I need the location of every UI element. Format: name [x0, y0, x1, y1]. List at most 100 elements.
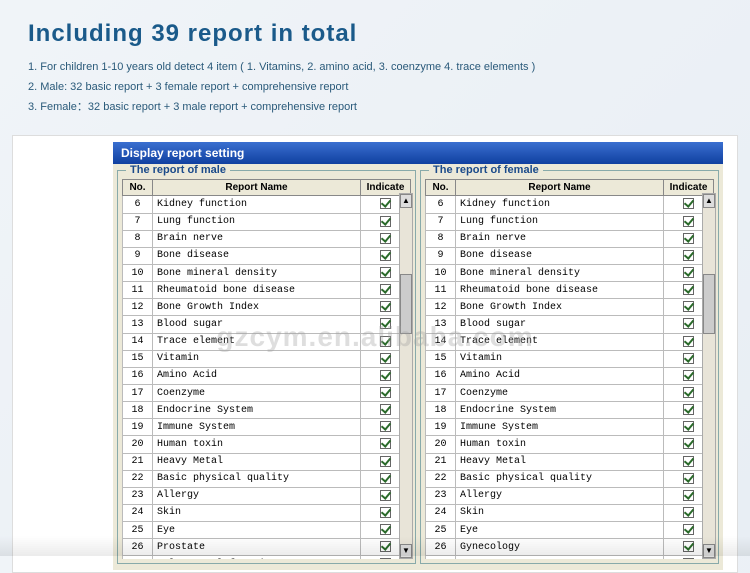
checkbox-checked-icon[interactable]: [683, 318, 694, 329]
table-row[interactable]: 24Skin: [123, 504, 411, 521]
checkbox-checked-icon[interactable]: [683, 250, 694, 261]
table-row[interactable]: 19Immune System: [426, 419, 714, 436]
checkbox-checked-icon[interactable]: [380, 250, 391, 261]
table-row[interactable]: 23Allergy: [123, 487, 411, 504]
col-name[interactable]: Report Name: [153, 180, 361, 196]
scroll-up-icon[interactable]: ▲: [400, 194, 412, 208]
checkbox-checked-icon[interactable]: [380, 267, 391, 278]
table-row[interactable]: 6Kidney function: [426, 196, 714, 213]
checkbox-checked-icon[interactable]: [683, 387, 694, 398]
table-row[interactable]: 17Coenzyme: [426, 384, 714, 401]
checkbox-checked-icon[interactable]: [683, 421, 694, 432]
checkbox-checked-icon[interactable]: [683, 524, 694, 535]
checkbox-checked-icon[interactable]: [380, 353, 391, 364]
table-row[interactable]: 20Human toxin: [426, 436, 714, 453]
table-row[interactable]: 11Rheumatoid bone disease: [426, 282, 714, 299]
row-name: Amino Acid: [153, 367, 361, 384]
checkbox-checked-icon[interactable]: [683, 370, 694, 381]
checkbox-checked-icon[interactable]: [683, 404, 694, 415]
row-no: 13: [123, 316, 153, 333]
table-row[interactable]: 16Amino Acid: [426, 367, 714, 384]
checkbox-checked-icon[interactable]: [683, 233, 694, 244]
checkbox-checked-icon[interactable]: [380, 558, 391, 559]
scroll-thumb[interactable]: [400, 274, 412, 334]
male-scrollbar[interactable]: ▲ ▼: [399, 193, 413, 559]
scroll-up-icon[interactable]: ▲: [703, 194, 715, 208]
checkbox-checked-icon[interactable]: [380, 421, 391, 432]
checkbox-checked-icon[interactable]: [683, 558, 694, 559]
table-row[interactable]: 21Heavy Metal: [426, 453, 714, 470]
table-row[interactable]: 8Brain nerve: [426, 230, 714, 247]
table-row[interactable]: 12Bone Growth Index: [123, 299, 411, 316]
table-row[interactable]: 24Skin: [426, 504, 714, 521]
table-row[interactable]: 14Trace element: [123, 333, 411, 350]
row-no: 23: [426, 487, 456, 504]
table-row[interactable]: 15Vitamin: [426, 350, 714, 367]
table-row[interactable]: 14Trace element: [426, 333, 714, 350]
table-row[interactable]: 27Breast: [426, 556, 714, 560]
checkbox-checked-icon[interactable]: [380, 387, 391, 398]
checkbox-checked-icon[interactable]: [683, 473, 694, 484]
row-name: Endocrine System: [456, 402, 664, 419]
scroll-thumb[interactable]: [703, 274, 715, 334]
table-row[interactable]: 27Male sexual function: [123, 556, 411, 560]
checkbox-checked-icon[interactable]: [380, 233, 391, 244]
checkbox-checked-icon[interactable]: [683, 507, 694, 518]
checkbox-checked-icon[interactable]: [683, 336, 694, 347]
table-row[interactable]: 8Brain nerve: [123, 230, 411, 247]
checkbox-checked-icon[interactable]: [683, 456, 694, 467]
checkbox-checked-icon[interactable]: [380, 198, 391, 209]
checkbox-checked-icon[interactable]: [380, 438, 391, 449]
checkbox-checked-icon[interactable]: [380, 336, 391, 347]
checkbox-checked-icon[interactable]: [380, 473, 391, 484]
table-row[interactable]: 21Heavy Metal: [123, 453, 411, 470]
table-row[interactable]: 9Bone disease: [426, 247, 714, 264]
col-no[interactable]: No.: [426, 180, 456, 196]
checkbox-checked-icon[interactable]: [380, 507, 391, 518]
table-row[interactable]: 9Bone disease: [123, 247, 411, 264]
table-row[interactable]: 22Basic physical quality: [123, 470, 411, 487]
checkbox-checked-icon[interactable]: [683, 353, 694, 364]
checkbox-checked-icon[interactable]: [683, 301, 694, 312]
row-no: 11: [426, 282, 456, 299]
row-no: 24: [123, 504, 153, 521]
table-row[interactable]: 15Vitamin: [123, 350, 411, 367]
checkbox-checked-icon[interactable]: [380, 370, 391, 381]
table-row[interactable]: 18Endocrine System: [426, 402, 714, 419]
checkbox-checked-icon[interactable]: [380, 318, 391, 329]
table-row[interactable]: 23Allergy: [426, 487, 714, 504]
female-scrollbar[interactable]: ▲ ▼: [702, 193, 716, 559]
col-name[interactable]: Report Name: [456, 180, 664, 196]
table-row[interactable]: 17Coenzyme: [123, 384, 411, 401]
table-row[interactable]: 11Rheumatoid bone disease: [123, 282, 411, 299]
checkbox-checked-icon[interactable]: [683, 438, 694, 449]
col-no[interactable]: No.: [123, 180, 153, 196]
table-row[interactable]: 22Basic physical quality: [426, 470, 714, 487]
checkbox-checked-icon[interactable]: [683, 267, 694, 278]
checkbox-checked-icon[interactable]: [683, 490, 694, 501]
table-row[interactable]: 12Bone Growth Index: [426, 299, 714, 316]
table-row[interactable]: 20Human toxin: [123, 436, 411, 453]
table-row[interactable]: 7Lung function: [426, 213, 714, 230]
table-row[interactable]: 13Blood sugar: [123, 316, 411, 333]
table-row[interactable]: 16Amino Acid: [123, 367, 411, 384]
table-row[interactable]: 13Blood sugar: [426, 316, 714, 333]
checkbox-checked-icon[interactable]: [380, 216, 391, 227]
table-row[interactable]: 19Immune System: [123, 419, 411, 436]
table-row[interactable]: 7Lung function: [123, 213, 411, 230]
row-name: Lung function: [456, 213, 664, 230]
checkbox-checked-icon[interactable]: [380, 524, 391, 535]
row-name: Immune System: [456, 419, 664, 436]
table-row[interactable]: 10Bone mineral density: [123, 264, 411, 281]
checkbox-checked-icon[interactable]: [683, 216, 694, 227]
table-row[interactable]: 18Endocrine System: [123, 402, 411, 419]
checkbox-checked-icon[interactable]: [380, 404, 391, 415]
checkbox-checked-icon[interactable]: [380, 301, 391, 312]
checkbox-checked-icon[interactable]: [683, 284, 694, 295]
table-row[interactable]: 10Bone mineral density: [426, 264, 714, 281]
table-row[interactable]: 6Kidney function: [123, 196, 411, 213]
checkbox-checked-icon[interactable]: [380, 284, 391, 295]
checkbox-checked-icon[interactable]: [683, 198, 694, 209]
checkbox-checked-icon[interactable]: [380, 456, 391, 467]
checkbox-checked-icon[interactable]: [380, 490, 391, 501]
